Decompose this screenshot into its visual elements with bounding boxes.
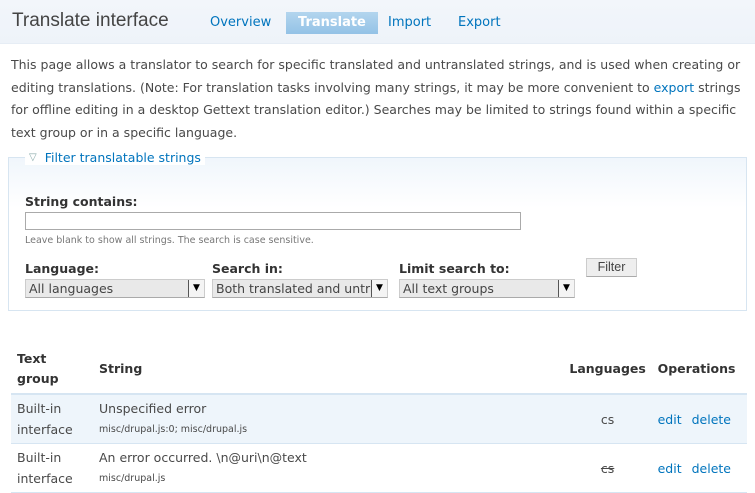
text-group-cell: Built-in interface (11, 443, 93, 493)
string-contains-input[interactable] (25, 212, 521, 230)
strings-table: Text group String Languages Operations B… (11, 345, 747, 493)
language-select-value: All languages (29, 281, 114, 296)
operations-cell: edit delete (651, 394, 747, 444)
languages-cell: cs (563, 394, 652, 444)
search-in-select-value: Both translated and untranslated strings (216, 281, 387, 296)
text-group-cell: Built-in interface (11, 394, 93, 444)
dropdown-arrow-icon: ▼ (188, 280, 204, 297)
edit-link[interactable]: edit (658, 412, 682, 427)
table-row: Built-in interface An error occurred. \n… (11, 443, 747, 493)
intro-text-part: This page allows a translator to search … (11, 57, 741, 95)
string-location: misc/drupal.js:0; misc/drupal.js (99, 424, 248, 435)
filter-legend-label: Filter translatable strings (44, 150, 201, 165)
string-contains-description: Leave blank to show all strings. The sea… (25, 235, 314, 246)
search-in-select[interactable]: Both translated and untranslated strings… (212, 279, 388, 298)
tab-translate[interactable]: Translate (286, 12, 378, 34)
delete-link[interactable]: delete (692, 412, 731, 427)
header-text-group: Text group (11, 345, 93, 395)
intro-text: This page allows a translator to search … (11, 54, 746, 144)
filter-legend-toggle[interactable]: ▽ Filter translatable strings (25, 150, 205, 165)
edit-link[interactable]: edit (658, 461, 682, 476)
search-in-label: Search in: (212, 261, 283, 276)
page-title: Translate interface (12, 10, 169, 31)
table-row: Built-in interface Unspecified error misc… (11, 394, 747, 444)
table-header-row: Text group String Languages Operations (11, 345, 747, 395)
filter-button[interactable]: Filter (586, 258, 637, 277)
operations-cell: edit delete (651, 443, 747, 493)
language-label: Language: (25, 261, 100, 276)
string-contains-label: String contains: (25, 194, 138, 209)
tab-overview[interactable]: Overview (210, 12, 271, 34)
limit-search-label: Limit search to: (399, 261, 510, 276)
header-languages: Languages (563, 345, 652, 395)
string-text: Unspecified error (99, 401, 207, 416)
collapse-triangle-icon: ▽ (29, 152, 37, 163)
header-operations: Operations (651, 345, 747, 395)
tab-export[interactable]: Export (458, 12, 501, 34)
limit-search-select-value: All text groups (403, 281, 494, 296)
page-header: Translate interface Overview Translate I… (0, 0, 755, 44)
tab-import[interactable]: Import (388, 12, 431, 34)
string-cell: An error occurred. \n@uri\n@text misc/dru… (93, 443, 564, 493)
limit-search-select[interactable]: All text groups ▼ (399, 279, 575, 298)
filter-fieldset: ▽ Filter translatable strings String cont… (8, 150, 747, 311)
language-select[interactable]: All languages ▼ (25, 279, 205, 298)
export-link[interactable]: export (654, 80, 695, 95)
header-string: String (93, 345, 564, 395)
dropdown-arrow-icon: ▼ (558, 280, 574, 297)
languages-cell: cs (563, 443, 652, 493)
string-text: An error occurred. \n@uri\n@text (99, 450, 307, 465)
string-cell: Unspecified error misc/drupal.js:0; misc/… (93, 394, 564, 444)
dropdown-arrow-icon: ▼ (371, 280, 387, 297)
delete-link[interactable]: delete (692, 461, 731, 476)
